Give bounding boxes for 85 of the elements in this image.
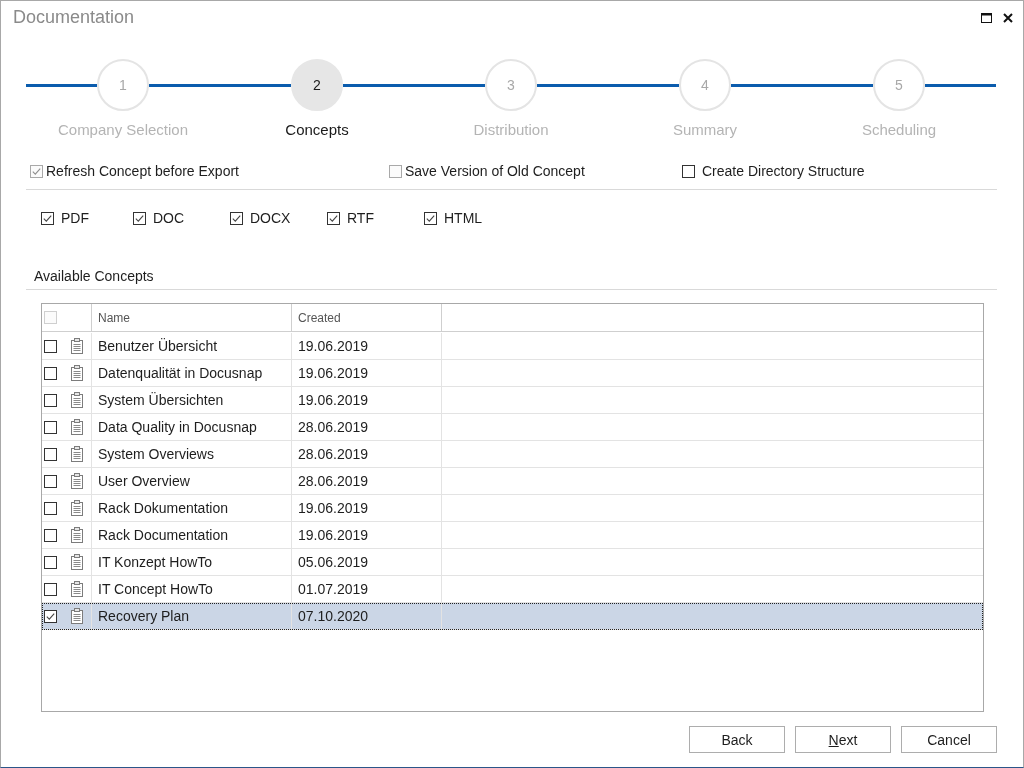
checkbox-label[interactable]: Create Directory Structure (702, 162, 865, 180)
step-indicator: 3 (485, 59, 537, 111)
table-cell: 28.06.2019 (292, 468, 442, 494)
table-cell: Data Quality in Docusnap (92, 414, 292, 440)
table-cell: Rack Dokumentation (92, 495, 292, 521)
checkbox[interactable] (44, 339, 57, 353)
table-cell: 19.06.2019 (292, 360, 442, 386)
checkbox[interactable] (44, 582, 57, 596)
table-row[interactable]: Recovery Plan 07.10.2020 (42, 603, 983, 630)
table-cell: 19.06.2019 (292, 495, 442, 521)
step-indicator: 1 (97, 59, 149, 111)
table-row[interactable]: Rack Documentation 19.06.2019 (42, 522, 983, 549)
table-row[interactable]: IT Konzept HowTo 05.06.2019 (42, 549, 983, 576)
clipboard-icon (71, 338, 83, 354)
table-cell: System Übersichten (92, 387, 292, 413)
table-row[interactable]: System Overviews 28.06.2019 (42, 441, 983, 468)
checkbox[interactable] (44, 474, 57, 488)
table-row[interactable]: Datenqualität in Docusnap 19.06.2019 (42, 360, 983, 387)
table-cell: System Overviews (92, 441, 292, 467)
column-header[interactable]: Created (292, 304, 442, 331)
checkbox[interactable] (133, 211, 146, 225)
table-cell: 19.06.2019 (292, 387, 442, 413)
clipboard-icon (71, 419, 83, 435)
checkbox[interactable] (230, 211, 243, 225)
dialog-button[interactable]: Next (795, 726, 891, 753)
checkbox[interactable] (44, 420, 57, 434)
checkbox[interactable] (44, 501, 57, 515)
clipboard-icon (71, 527, 83, 543)
dialog-button[interactable]: Cancel (901, 726, 997, 753)
close-icon[interactable] (1003, 12, 1013, 23)
clipboard-icon (71, 392, 83, 408)
step-indicator: 4 (679, 59, 731, 111)
table-cell: User Overview (92, 468, 292, 494)
step-indicator: 5 (873, 59, 925, 111)
section-title: Available Concepts (34, 267, 155, 285)
checkbox[interactable] (41, 211, 54, 225)
clipboard-icon (71, 608, 83, 624)
checkbox-label[interactable]: HTML (444, 209, 483, 227)
checkbox[interactable] (424, 211, 437, 225)
checkbox[interactable] (682, 164, 695, 178)
clipboard-icon (71, 500, 83, 516)
table-cell: IT Concept HowTo (92, 576, 292, 602)
step-indicator: 2 (291, 59, 343, 111)
checkbox-label[interactable]: DOCX (250, 209, 291, 227)
clipboard-icon (71, 554, 83, 570)
table-cell: 28.06.2019 (292, 414, 442, 440)
clipboard-icon (71, 581, 83, 597)
checkbox[interactable] (327, 211, 340, 225)
checkbox[interactable] (44, 366, 57, 380)
checkbox-label[interactable]: PDF (61, 209, 89, 227)
checkbox[interactable] (44, 609, 57, 623)
clipboard-icon (71, 365, 83, 381)
table-cell: IT Konzept HowTo (92, 549, 292, 575)
checkbox[interactable] (44, 393, 57, 407)
step-label: Scheduling (861, 121, 937, 139)
table-cell: 19.06.2019 (292, 333, 442, 359)
table-cell: 28.06.2019 (292, 441, 442, 467)
table-cell: Rack Documentation (92, 522, 292, 548)
table-row[interactable]: Rack Dokumentation 19.06.2019 (42, 495, 983, 522)
table-cell: 01.07.2019 (292, 576, 442, 602)
table-row[interactable]: Data Quality in Docusnap 28.06.2019 (42, 414, 983, 441)
checkbox[interactable] (44, 555, 57, 569)
table-cell: Datenqualität in Docusnap (92, 360, 292, 386)
table-cell: 19.06.2019 (292, 522, 442, 548)
table-cell: 05.06.2019 (292, 549, 442, 575)
step-label: Concepts (285, 121, 349, 139)
table-cell: Recovery Plan (92, 603, 292, 629)
table-row[interactable]: User Overview 28.06.2019 (42, 468, 983, 495)
clipboard-icon (71, 446, 83, 462)
step-label: Distribution (473, 121, 549, 139)
window-title: Documentation (13, 7, 136, 28)
checkbox[interactable] (44, 528, 57, 542)
column-header[interactable]: Name (92, 304, 292, 331)
checkbox-label[interactable]: RTF (347, 209, 374, 227)
table-row[interactable]: System Übersichten 19.06.2019 (42, 387, 983, 414)
checkbox[interactable] (44, 447, 57, 461)
table-cell: Benutzer Übersicht (92, 333, 292, 359)
step-label: Company Selection (57, 121, 189, 139)
table-cell: 07.10.2020 (292, 603, 442, 629)
table-row[interactable]: Benutzer Übersicht 19.06.2019 (42, 333, 983, 360)
dialog-button[interactable]: Back (689, 726, 785, 753)
step-label: Summary (672, 121, 738, 139)
clipboard-icon (71, 473, 83, 489)
maximize-icon[interactable] (981, 12, 992, 23)
checkbox-label[interactable]: DOC (153, 209, 185, 227)
